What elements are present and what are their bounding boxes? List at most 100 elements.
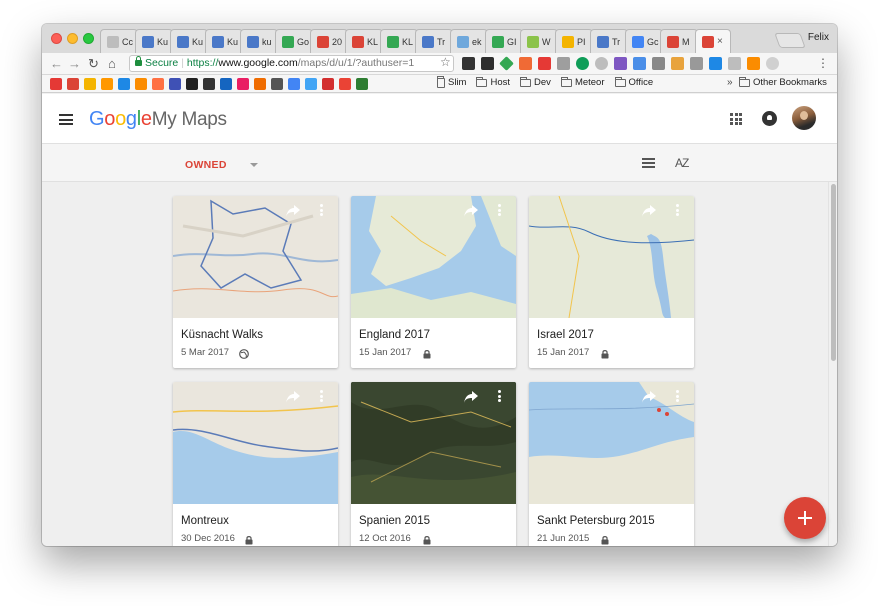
map-card[interactable]: Spanien 2015 12 Oct 2016: [351, 382, 516, 546]
map-thumbnail[interactable]: [351, 382, 516, 504]
map-card[interactable]: England 2017 15 Jan 2017: [351, 196, 516, 368]
extension-icon[interactable]: [614, 57, 627, 70]
share-icon[interactable]: [642, 390, 656, 403]
extension-icon[interactable]: [747, 57, 760, 70]
bookmarks-overflow-chevron[interactable]: »: [727, 77, 733, 88]
bookmark-meteor[interactable]: Meteor: [560, 76, 605, 88]
extension-icon[interactable]: [481, 57, 494, 70]
extension-icon[interactable]: [690, 57, 703, 70]
card-menu-icon[interactable]: [320, 204, 324, 217]
map-card[interactable]: Küsnacht Walks 5 Mar 2017: [173, 196, 338, 368]
share-icon[interactable]: [464, 390, 478, 403]
browser-tab[interactable]: Cc: [100, 29, 138, 53]
bookmark-favicon-icon[interactable]: [237, 78, 249, 90]
home-icon[interactable]: ⌂: [108, 56, 116, 71]
browser-tab[interactable]: Ku: [205, 29, 243, 53]
bookmark-favicon-icon[interactable]: [186, 78, 198, 90]
extension-icon[interactable]: [462, 57, 475, 70]
bookmark-slim[interactable]: Slim: [437, 75, 466, 88]
map-thumbnail[interactable]: [529, 382, 694, 504]
extension-icon[interactable]: [519, 57, 532, 70]
browser-tab[interactable]: W: [520, 29, 558, 53]
share-icon[interactable]: [286, 390, 300, 403]
card-menu-icon[interactable]: [676, 204, 680, 217]
map-thumbnail[interactable]: [529, 196, 694, 318]
share-icon[interactable]: [642, 204, 656, 217]
bookmark-favicon-icon[interactable]: [271, 78, 283, 90]
card-menu-icon[interactable]: [498, 390, 502, 403]
browser-tab[interactable]: M: [660, 29, 698, 53]
bookmark-favicon-icon[interactable]: [288, 78, 300, 90]
extension-icon[interactable]: [595, 57, 608, 70]
map-thumbnail[interactable]: [173, 382, 338, 504]
bookmark-favicon-icon[interactable]: [305, 78, 317, 90]
browser-tab[interactable]: Tr: [415, 29, 453, 53]
browser-tab-active[interactable]: ×: [695, 29, 731, 53]
minimize-window-button[interactable]: [67, 33, 78, 44]
bookmark-favicon-icon[interactable]: [50, 78, 62, 90]
bookmark-favicon-icon[interactable]: [135, 78, 147, 90]
bookmark-favicon-icon[interactable]: [67, 78, 79, 90]
browser-tab[interactable]: Ku: [135, 29, 173, 53]
bookmark-dev[interactable]: Dev: [520, 76, 551, 88]
zoom-window-button[interactable]: [83, 33, 94, 44]
bookmark-favicon-icon[interactable]: [356, 78, 368, 90]
browser-tab[interactable]: Ku: [170, 29, 208, 53]
notifications-bell-icon[interactable]: [762, 111, 777, 126]
map-card[interactable]: Israel 2017 15 Jan 2017: [529, 196, 694, 368]
app-logo[interactable]: GoogleMy Maps: [89, 108, 227, 131]
map-thumbnail[interactable]: [351, 196, 516, 318]
browser-tab[interactable]: KL: [380, 29, 418, 53]
browser-tab[interactable]: PI: [555, 29, 593, 53]
browser-tab[interactable]: Gc: [625, 29, 663, 53]
back-arrow-icon[interactable]: ←: [50, 56, 63, 71]
bookmark-favicon-icon[interactable]: [220, 78, 232, 90]
extension-icon[interactable]: [728, 57, 741, 70]
hamburger-menu-icon[interactable]: [59, 114, 73, 125]
browser-tab[interactable]: ku: [240, 29, 278, 53]
bookmark-favicon-icon[interactable]: [169, 78, 181, 90]
close-window-button[interactable]: [51, 33, 62, 44]
bookmark-host[interactable]: Host: [476, 76, 510, 88]
map-card[interactable]: Sankt Petersburg 2015 21 Jun 2015: [529, 382, 694, 546]
map-thumbnail[interactable]: [173, 196, 338, 318]
apps-grid-icon[interactable]: [730, 113, 742, 125]
bookmark-favicon-icon[interactable]: [152, 78, 164, 90]
share-icon[interactable]: [286, 204, 300, 217]
card-menu-icon[interactable]: [676, 390, 680, 403]
browser-tab[interactable]: GI: [485, 29, 523, 53]
avatar[interactable]: [792, 106, 816, 130]
extension-icon[interactable]: [766, 57, 779, 70]
card-menu-icon[interactable]: [498, 204, 502, 217]
bookmark-favicon-icon[interactable]: [254, 78, 266, 90]
bookmark-favicon-icon[interactable]: [339, 78, 351, 90]
sort-az-icon[interactable]: AZ: [675, 156, 689, 170]
scrollbar-thumb[interactable]: [831, 184, 836, 361]
extension-icon[interactable]: [557, 57, 570, 70]
other-bookmarks-folder[interactable]: Other Bookmarks: [739, 76, 827, 88]
extension-icon[interactable]: [633, 57, 646, 70]
extension-icon[interactable]: [576, 57, 589, 70]
reload-icon[interactable]: ↻: [88, 56, 99, 71]
extension-icon[interactable]: [671, 57, 684, 70]
bookmark-favicon-icon[interactable]: [101, 78, 113, 90]
bookmark-star-icon[interactable]: ☆: [440, 55, 451, 69]
create-map-button[interactable]: [784, 497, 826, 539]
owned-filter-dropdown[interactable]: OWNED: [185, 159, 227, 171]
bookmark-favicon-icon[interactable]: [118, 78, 130, 90]
bookmark-office[interactable]: Office: [614, 76, 653, 88]
bookmark-favicon-icon[interactable]: [203, 78, 215, 90]
browser-menu-icon[interactable]: ⋮: [817, 56, 829, 70]
extension-icon[interactable]: [499, 56, 514, 71]
browser-tab[interactable]: 20: [310, 29, 348, 53]
scrollbar[interactable]: [828, 182, 837, 546]
bookmark-favicon-icon[interactable]: [84, 78, 96, 90]
tab-close-icon[interactable]: ×: [717, 36, 723, 47]
share-icon[interactable]: [464, 204, 478, 217]
list-view-icon[interactable]: [642, 158, 655, 168]
browser-tab[interactable]: Tr: [590, 29, 628, 53]
browser-tab[interactable]: ek: [450, 29, 488, 53]
browser-tab[interactable]: Go: [275, 29, 313, 53]
forward-arrow-icon[interactable]: →: [68, 56, 81, 71]
extension-icon[interactable]: [538, 57, 551, 70]
